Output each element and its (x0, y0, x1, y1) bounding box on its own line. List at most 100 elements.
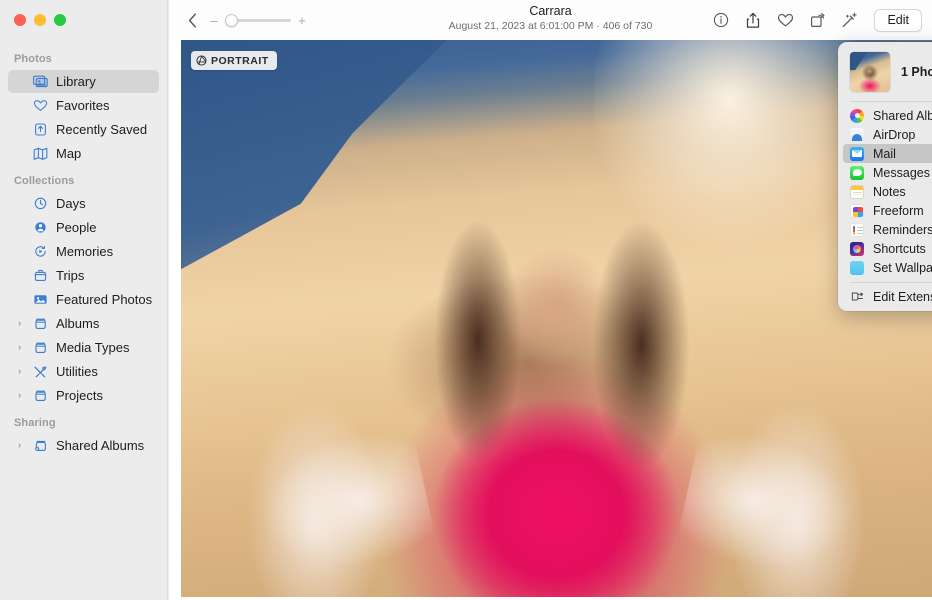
sidebar-item-trips[interactable]: › Trips (8, 264, 159, 287)
photos-window: Photos › Library › Favorites › (0, 0, 932, 600)
album-icon (32, 317, 49, 330)
messages-app-icon (850, 166, 864, 180)
close-button[interactable] (14, 14, 26, 26)
maximize-button[interactable] (54, 14, 66, 26)
toolbar: – + Carrara August 21, 2023 at 6:01:00 P… (169, 0, 932, 40)
sidebar-item-label: People (56, 220, 96, 235)
disclosure-icon[interactable]: › (14, 319, 25, 329)
sidebar-item-label: Recently Saved (56, 122, 147, 137)
notes-app-icon (850, 185, 864, 199)
status-badge-label: PORTRAIT (211, 55, 269, 67)
wallpaper-icon (850, 261, 864, 275)
album-icon (32, 389, 49, 402)
share-button[interactable] (738, 7, 768, 33)
sidebar-item-recently-saved[interactable]: › Recently Saved (8, 118, 159, 141)
info-button[interactable] (706, 7, 736, 33)
memories-icon (32, 245, 49, 258)
info-circle-icon (713, 12, 729, 28)
photo-subject-face (481, 224, 631, 391)
sidebar-item-label: Trips (56, 268, 84, 283)
disclosure-icon[interactable]: › (14, 441, 25, 451)
suitcase-icon (32, 269, 49, 282)
extensions-icon (850, 290, 864, 304)
sidebar-item-label: Days (56, 196, 86, 211)
sidebar-item-label: Favorites (56, 98, 109, 113)
favorite-button[interactable] (770, 7, 800, 33)
share-item-label: Shortcuts (873, 242, 926, 256)
selected-photo-thumbnail (850, 52, 890, 92)
sidebar-item-label: Media Types (56, 340, 129, 355)
heart-icon (777, 12, 794, 28)
sidebar-item-label: Projects (56, 388, 103, 403)
share-icon (745, 12, 761, 29)
aperture-icon (196, 55, 207, 66)
album-icon (32, 341, 49, 354)
sidebar-item-label: Shared Albums (56, 438, 144, 453)
share-item-reminders[interactable]: Reminders (843, 220, 932, 239)
share-item-shared-albums[interactable]: Shared Albums (843, 106, 932, 125)
share-item-label: Messages (873, 166, 930, 180)
share-item-messages[interactable]: Messages (843, 163, 932, 182)
share-item-shortcuts[interactable]: Shortcuts (843, 239, 932, 258)
airdrop-app-icon (850, 128, 864, 142)
share-item-notes[interactable]: Notes (843, 182, 932, 201)
library-icon (32, 75, 49, 88)
share-item-freeform[interactable]: Freeform (843, 201, 932, 220)
toolbar-actions: Edit (706, 0, 922, 40)
sidebar-item-map[interactable]: › Map (8, 142, 159, 165)
zoom-control[interactable]: – + (209, 13, 307, 28)
share-item-airdrop[interactable]: AirDrop (843, 125, 932, 144)
clock-icon (32, 197, 49, 210)
back-button[interactable] (181, 9, 203, 31)
thumbnail-face (864, 66, 874, 76)
share-item-label: Mail (873, 147, 896, 161)
photo-metadata: August 21, 2023 at 6:01:00 PM · 406 of 7… (449, 19, 653, 33)
disclosure-icon[interactable]: › (14, 391, 25, 401)
sidebar-item-days[interactable]: › Days (8, 192, 159, 215)
featured-photos-icon (32, 293, 49, 306)
rotate-button[interactable] (802, 7, 832, 33)
zoom-slider[interactable] (225, 13, 291, 27)
sidebar-item-favorites[interactable]: › Favorites (8, 94, 159, 117)
zoom-slider-knob[interactable] (225, 14, 238, 27)
mail-app-icon (850, 147, 864, 161)
share-item-label: Reminders (873, 223, 932, 237)
share-item-edit-extensions[interactable]: Edit Extensions… (843, 287, 932, 306)
share-item-label: Edit Extensions… (873, 290, 932, 304)
sidebar-item-shared-albums[interactable]: › Shared Albums (8, 434, 159, 457)
sidebar-item-projects[interactable]: › Projects (8, 384, 159, 407)
popover-title: 1 Photo Selected (901, 65, 932, 79)
sidebar-item-memories[interactable]: › Memories (8, 240, 159, 263)
disclosure-icon[interactable]: › (14, 343, 25, 353)
window-traffic-lights (14, 14, 66, 26)
sidebar-item-label: Memories (56, 244, 113, 259)
enhance-button[interactable] (834, 7, 864, 33)
share-popover: 1 Photo Selected Shared Albums AirDrop M… (838, 42, 932, 311)
edit-button[interactable]: Edit (874, 9, 922, 32)
magic-wand-icon (841, 12, 858, 29)
sidebar-item-utilities[interactable]: › Utilities (8, 360, 159, 383)
sidebar-item-albums[interactable]: › Albums (8, 312, 159, 335)
sidebar-item-library[interactable]: › Library (8, 70, 159, 93)
sidebar-item-people[interactable]: › People (8, 216, 159, 239)
sidebar-scroll[interactable]: Photos › Library › Favorites › (0, 44, 167, 600)
status-badge[interactable]: PORTRAIT (191, 51, 277, 70)
share-item-mail[interactable]: Mail (843, 144, 932, 163)
freeform-app-icon (850, 204, 864, 218)
sidebar-item-media-types[interactable]: › Media Types (8, 336, 159, 359)
sidebar-heading-collections: Collections (0, 166, 167, 191)
photo-viewer[interactable]: PORTRAIT (181, 40, 932, 597)
minimize-button[interactable] (34, 14, 46, 26)
sidebar-item-label: Utilities (56, 364, 98, 379)
sidebar-heading-sharing: Sharing (0, 408, 167, 433)
sidebar-item-featured-photos[interactable]: › Featured Photos (8, 288, 159, 311)
sidebar-item-label: Albums (56, 316, 99, 331)
zoom-out-label[interactable]: – (209, 13, 219, 28)
zoom-in-label[interactable]: + (297, 13, 307, 28)
sidebar: Photos › Library › Favorites › (0, 0, 168, 600)
thumbnail-shirt (858, 78, 882, 92)
share-item-set-wallpaper[interactable]: Set Wallpaper (843, 258, 932, 277)
disclosure-icon[interactable]: › (14, 367, 25, 377)
shortcuts-app-icon (850, 242, 864, 256)
content-area: – + Carrara August 21, 2023 at 6:01:00 P… (169, 0, 932, 600)
